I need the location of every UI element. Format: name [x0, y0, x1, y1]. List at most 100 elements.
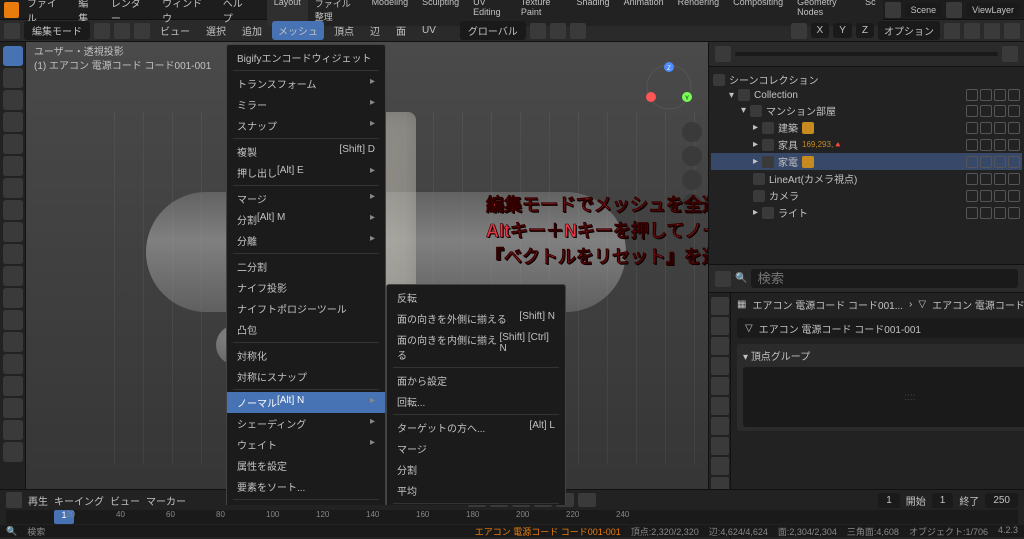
tool-inset[interactable]	[3, 244, 23, 264]
props-type-icon[interactable]	[715, 271, 731, 287]
snap-icon[interactable]	[550, 23, 566, 39]
nav-camera-icon[interactable]	[682, 170, 702, 190]
tab-rendering[interactable]: Rendering	[671, 0, 727, 26]
mi-weights[interactable]: ウェイト	[227, 434, 385, 455]
nm-point-target[interactable]: ターゲットの方へ...[Alt] L	[387, 417, 565, 438]
timeline-type-icon[interactable]	[6, 492, 22, 508]
ptab-object[interactable]	[711, 397, 729, 415]
outliner-filter-icon[interactable]	[1002, 46, 1018, 62]
tool-edge-slide[interactable]	[3, 398, 23, 418]
ol-collection[interactable]: ▾ Collection	[711, 88, 1022, 102]
tool-polybuild[interactable]	[3, 332, 23, 352]
select-vert-icon[interactable]	[94, 23, 110, 39]
nav-persp-icon[interactable]	[682, 194, 702, 214]
tab-compositing[interactable]: Compositing	[726, 0, 790, 26]
select-edge-icon[interactable]	[114, 23, 130, 39]
axis-z[interactable]: Z	[856, 23, 874, 38]
tool-cursor[interactable]	[3, 68, 23, 88]
mode-selector[interactable]: 編集モード	[24, 21, 90, 40]
viewport-options[interactable]: オプション	[878, 21, 940, 40]
mi-showhide[interactable]: 表示/隠す	[227, 502, 385, 505]
mesh-name-field[interactable]: エアコン 電源コード コード001-001	[759, 321, 921, 336]
mi-extrude[interactable]: 押し出し[Alt] E	[227, 162, 385, 183]
vgroup-header[interactable]: ▾ 頂点グループ	[743, 348, 1024, 363]
nm-average[interactable]: 平均	[387, 480, 565, 501]
timeline-ruler[interactable]: 1 20406080100120140160180200220240	[6, 510, 1018, 524]
nm-rotate[interactable]: 回転...	[387, 391, 565, 412]
hdr-uv[interactable]: UV	[416, 23, 442, 38]
hdr-view[interactable]: ビュー	[154, 21, 196, 40]
transform-orientation[interactable]: グローバル	[460, 21, 526, 40]
viewlayer-icon[interactable]	[946, 2, 962, 18]
mi-knife-topo[interactable]: ナイフトポロジーツール	[227, 298, 385, 319]
mi-convex[interactable]: 凸包	[227, 319, 385, 340]
props-search-input[interactable]	[751, 269, 1018, 288]
tab-animation[interactable]: Animation	[617, 0, 671, 26]
tool-spin[interactable]	[3, 354, 23, 374]
tool-smooth[interactable]	[3, 376, 23, 396]
tool-move[interactable]	[3, 90, 23, 110]
mi-attr[interactable]: 属性を設定	[227, 455, 385, 476]
mi-mirror[interactable]: ミラー	[227, 94, 385, 115]
ptab-viewlayer[interactable]	[711, 337, 729, 355]
tab-shading[interactable]: Shading	[570, 0, 617, 26]
hdr-face[interactable]: 面	[390, 21, 412, 40]
outliner-search[interactable]	[735, 52, 998, 56]
tl-view-menu[interactable]: ビュー	[110, 493, 140, 508]
ptab-particle[interactable]	[711, 437, 729, 455]
mesh-edit-overlay-icon[interactable]	[791, 23, 807, 39]
nav-pan-icon[interactable]	[682, 146, 702, 166]
mi-normals[interactable]: ノーマル[Alt] N	[227, 392, 385, 413]
ol-item-2[interactable]: ▸ 家電	[711, 153, 1022, 170]
shading-solid-icon[interactable]	[964, 23, 980, 39]
ol-light[interactable]: ▸ ライト	[711, 204, 1022, 221]
mi-bisect[interactable]: 二分割	[227, 256, 385, 277]
tool-bevel[interactable]	[3, 266, 23, 286]
mi-shading[interactable]: シェーディング	[227, 413, 385, 434]
tl-marker-menu[interactable]: マーカー	[146, 493, 186, 508]
ptab-render[interactable]	[711, 297, 729, 315]
tl-end-frame[interactable]: 250	[985, 493, 1018, 508]
nm-recalc-in[interactable]: 面の向きを内側に揃える[Shift] [Ctrl] N	[387, 329, 565, 365]
ol-item-1[interactable]: ▸ 家具169,293,🔺	[711, 136, 1022, 153]
mi-separate[interactable]: 分離	[227, 230, 385, 251]
vgroup-list[interactable]: ::::	[743, 367, 1024, 427]
pivot-icon[interactable]	[530, 23, 546, 39]
tool-transform[interactable]	[3, 156, 23, 176]
ol-camera[interactable]: カメラ	[711, 187, 1022, 204]
ol-room[interactable]: ▾ マンション部屋	[711, 102, 1022, 119]
mi-transform[interactable]: トランスフォーム	[227, 73, 385, 94]
hdr-vertex[interactable]: 頂点	[328, 21, 360, 40]
ol-lineart[interactable]: LineArt(カメラ視点)	[711, 170, 1022, 187]
mi-symmetrize[interactable]: 対称化	[227, 345, 385, 366]
scene-name-field[interactable]: Scene	[905, 3, 943, 17]
tool-knife[interactable]	[3, 310, 23, 330]
tl-start-frame[interactable]: 1	[932, 493, 954, 508]
shading-wire-icon[interactable]	[944, 23, 960, 39]
ptab-world[interactable]	[711, 377, 729, 395]
hdr-add[interactable]: 追加	[236, 21, 268, 40]
select-face-icon[interactable]	[134, 23, 150, 39]
nm-from-faces[interactable]: 面から設定	[387, 370, 565, 391]
nm-merge[interactable]: マージ	[387, 438, 565, 459]
tool-extrude[interactable]	[3, 222, 23, 242]
nm-flip[interactable]: 反転	[387, 287, 565, 308]
hdr-select[interactable]: 選択	[200, 21, 232, 40]
mi-merge[interactable]: マージ	[227, 188, 385, 209]
ptab-physics[interactable]	[711, 457, 729, 475]
shading-matprev-icon[interactable]	[984, 23, 1000, 39]
ptab-output[interactable]	[711, 317, 729, 335]
axis-y[interactable]: Y	[833, 23, 852, 38]
nm-split[interactable]: 分割	[387, 459, 565, 480]
hdr-edge[interactable]: 辺	[364, 21, 386, 40]
tool-measure[interactable]	[3, 200, 23, 220]
tool-annotate[interactable]	[3, 178, 23, 198]
nav-gizmo-icon[interactable]: Z Y	[644, 62, 694, 112]
mi-snap[interactable]: スナップ	[227, 115, 385, 136]
shading-rendered-icon[interactable]	[1004, 23, 1020, 39]
scene-icon[interactable]	[885, 2, 901, 18]
tool-select-box[interactable]	[3, 46, 23, 66]
proportional-icon[interactable]	[570, 23, 586, 39]
tool-rip[interactable]	[3, 442, 23, 462]
tool-scale[interactable]	[3, 134, 23, 154]
